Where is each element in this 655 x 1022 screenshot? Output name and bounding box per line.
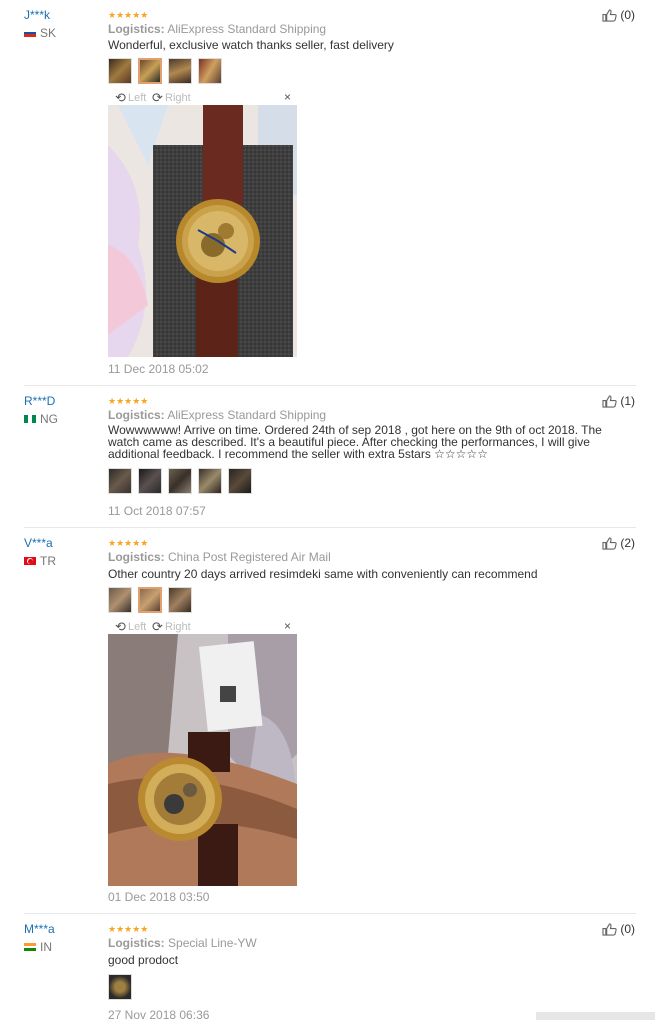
close-icon[interactable]: ×	[284, 91, 291, 104]
photo-thumbnails	[108, 974, 132, 1000]
photo-thumbnail-selected[interactable]	[138, 587, 162, 613]
star-rating: ★★★★★	[108, 396, 149, 406]
helpful-button[interactable]: (2)	[602, 536, 635, 550]
country-code: IN	[40, 940, 52, 954]
reviewer-name[interactable]: R***D	[24, 394, 55, 408]
photo-viewer-toolbar: ⟲ Left ⟳ Right ×	[108, 620, 297, 634]
logistics-value: AliExpress Standard Shipping	[167, 408, 327, 422]
logistics-label: Logistics:	[108, 408, 165, 422]
watch-photo-image	[108, 105, 297, 357]
photo-thumbnail[interactable]	[108, 587, 132, 613]
thumbs-up-icon	[602, 8, 617, 22]
photo-thumbnail[interactable]	[108, 974, 132, 1000]
rotate-right-label[interactable]: Right	[165, 92, 191, 104]
helpful-count: (0)	[620, 922, 635, 936]
logistics-info: Logistics: Special Line-YW	[108, 936, 257, 950]
divider	[24, 913, 636, 914]
photo-thumbnail[interactable]	[168, 58, 192, 84]
photo-thumbnail[interactable]	[138, 468, 162, 494]
review-text: Other country 20 days arrived resimdeki …	[108, 567, 538, 581]
photo-thumbnails	[108, 587, 192, 613]
logistics-label: Logistics:	[108, 550, 165, 564]
review-photo	[108, 105, 297, 357]
logistics-label: Logistics:	[108, 936, 165, 950]
rotate-right-label[interactable]: Right	[165, 621, 191, 633]
country-code: SK	[40, 26, 57, 40]
reviewer-country: TR	[24, 554, 56, 568]
logistics-info: Logistics: AliExpress Standard Shipping	[108, 22, 326, 36]
photo-thumbnail[interactable]	[108, 468, 132, 494]
watch-on-wrist-image	[108, 634, 297, 886]
reviewer-name[interactable]: V***a	[24, 536, 53, 550]
star-rating: ★★★★★	[108, 538, 149, 548]
photo-thumbnails	[108, 468, 252, 494]
logistics-value: China Post Registered Air Mail	[168, 550, 331, 564]
divider	[24, 385, 636, 386]
logistics-value: Special Line-YW	[168, 936, 257, 950]
review-text: good prodoct	[108, 953, 179, 967]
helpful-button[interactable]: (0)	[602, 8, 635, 22]
photo-viewer: ⟲ Left ⟳ Right ×	[108, 91, 297, 357]
photo-thumbnail[interactable]	[108, 58, 132, 84]
helpful-count: (0)	[620, 8, 635, 22]
country-code: NG	[40, 412, 58, 426]
thumbs-up-icon	[602, 922, 617, 936]
helpful-button[interactable]: (0)	[602, 922, 635, 936]
reviewer-country: IN	[24, 940, 52, 954]
review-text: Wonderful, exclusive watch thanks seller…	[108, 38, 394, 52]
thumbs-up-icon	[602, 394, 617, 408]
flag-sk-icon	[24, 29, 36, 37]
photo-thumbnail[interactable]	[198, 58, 222, 84]
divider	[24, 527, 636, 528]
scrollbar-track[interactable]	[536, 1012, 655, 1020]
helpful-count: (1)	[620, 394, 635, 408]
star-rating: ★★★★★	[108, 924, 149, 934]
rotate-left-label[interactable]: Left	[128, 92, 146, 104]
helpful-count: (2)	[620, 536, 635, 550]
review-date: 11 Oct 2018 07:57	[108, 504, 206, 518]
photo-thumbnails	[108, 58, 222, 84]
reviewer-name[interactable]: J***k	[24, 8, 50, 22]
logistics-label: Logistics:	[108, 22, 165, 36]
logistics-info: Logistics: AliExpress Standard Shipping	[108, 408, 326, 422]
rotate-right-icon[interactable]: ⟳	[152, 91, 163, 104]
photo-thumbnail[interactable]	[168, 587, 192, 613]
reviewer-country: SK	[24, 26, 56, 40]
photo-thumbnail-selected[interactable]	[138, 58, 162, 84]
logistics-value: AliExpress Standard Shipping	[167, 22, 327, 36]
thumbs-up-icon	[602, 536, 617, 550]
rotate-left-icon[interactable]: ⟲	[115, 91, 126, 104]
photo-viewer: ⟲ Left ⟳ Right ×	[108, 620, 297, 886]
logistics-info: Logistics: China Post Registered Air Mai…	[108, 550, 331, 564]
close-icon[interactable]: ×	[284, 620, 291, 633]
review-text: Wowwwwww! Arrive on time. Ordered 24th o…	[108, 423, 602, 461]
review-date: 11 Dec 2018 05:02	[108, 362, 209, 376]
rotate-left-icon[interactable]: ⟲	[115, 620, 126, 633]
photo-thumbnail[interactable]	[168, 468, 192, 494]
country-code: TR	[40, 554, 56, 568]
rotate-left-label[interactable]: Left	[128, 621, 146, 633]
review-date: 01 Dec 2018 03:50	[108, 890, 210, 904]
rotate-right-icon[interactable]: ⟳	[152, 620, 163, 633]
photo-viewer-toolbar: ⟲ Left ⟳ Right ×	[108, 91, 297, 105]
review-photo	[108, 634, 297, 886]
flag-tr-icon	[24, 557, 36, 565]
helpful-button[interactable]: (1)	[602, 394, 635, 408]
photo-thumbnail[interactable]	[228, 468, 252, 494]
reviewer-country: NG	[24, 412, 58, 426]
reviewer-name[interactable]: M***a	[24, 922, 55, 936]
photo-thumbnail[interactable]	[198, 468, 222, 494]
flag-in-icon	[24, 943, 36, 951]
flag-ng-icon	[24, 415, 36, 423]
star-rating: ★★★★★	[108, 10, 149, 20]
